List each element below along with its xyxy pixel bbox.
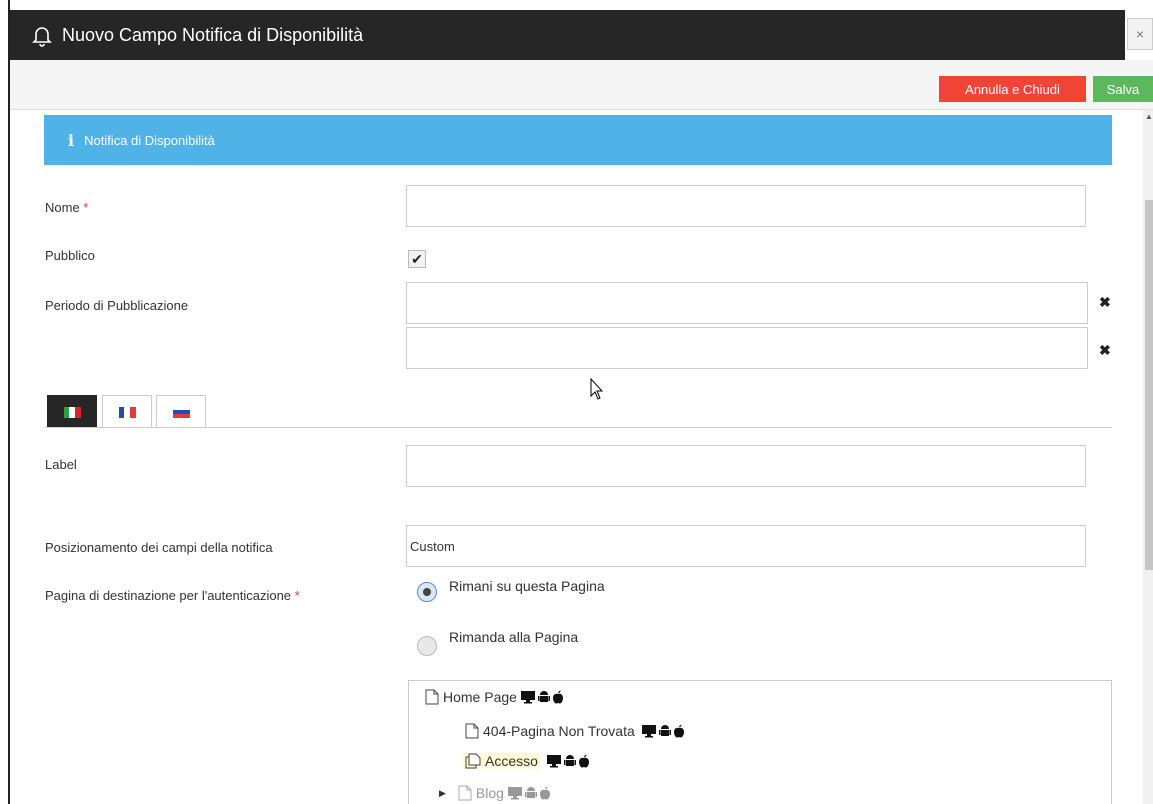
clear-start-date-icon[interactable]: ✖ <box>1099 294 1111 311</box>
dialog-title: Nuovo Campo Notifica di Disponibilità <box>62 24 364 45</box>
android-icon <box>537 691 550 702</box>
nome-label: Nome * <box>45 200 88 215</box>
cancel-and-close-button[interactable]: Annulla e Chiudi <box>939 76 1086 102</box>
scroll-up-arrow-icon[interactable]: ▲ <box>1145 112 1153 121</box>
section-title: Notifica di Disponibilità <box>84 132 215 148</box>
page-icon <box>425 689 439 705</box>
dialog-titlebar: Nuovo Campo Notifica di Disponibilità <box>10 10 1125 60</box>
nome-input[interactable] <box>406 185 1086 227</box>
apple-icon <box>578 754 589 768</box>
android-icon <box>658 725 671 736</box>
destinazione-label-text: Pagina di destinazione per l'autenticazi… <box>45 588 292 603</box>
tree-node-accesso[interactable]: Accesso <box>463 753 590 769</box>
italy-flag-icon <box>63 406 81 418</box>
linked-page-icon <box>465 753 481 769</box>
desktop-icon <box>520 691 535 704</box>
android-icon <box>563 755 576 766</box>
desktop-icon <box>546 755 561 768</box>
tab-language-sk[interactable] <box>156 395 206 428</box>
periodo-start-input[interactable] <box>406 282 1088 324</box>
scrollbar-thumb[interactable] <box>1145 200 1153 570</box>
desktop-icon <box>641 725 656 738</box>
destinazione-label: Pagina di destinazione per l'autenticazi… <box>45 588 300 603</box>
required-marker: * <box>294 588 300 603</box>
apple-icon <box>673 724 684 738</box>
slovakia-flag-icon <box>172 406 190 418</box>
bell-icon <box>32 27 52 47</box>
required-marker: * <box>83 200 89 215</box>
tree-node-label: Home Page <box>443 689 517 705</box>
label-input[interactable] <box>406 445 1086 487</box>
apple-icon <box>539 786 550 800</box>
checkmark-icon: ✔ <box>411 251 423 267</box>
radio-rimani-label[interactable]: Rimani su questa Pagina <box>449 578 605 594</box>
android-icon <box>524 787 537 798</box>
pubblico-label: Pubblico <box>45 248 95 263</box>
tree-node-label: 404-Pagina Non Trovata <box>483 723 635 739</box>
clear-end-date-icon[interactable]: ✖ <box>1099 342 1111 359</box>
page-icon <box>465 723 479 739</box>
info-icon: i <box>68 130 75 150</box>
tab-language-it[interactable] <box>47 395 97 428</box>
nome-label-text: Nome <box>45 200 80 215</box>
apple-icon <box>552 690 563 704</box>
periodo-label: Periodo di Pubblicazione <box>45 298 189 313</box>
expand-caret-icon[interactable]: ▶ <box>439 788 446 799</box>
periodo-end-input[interactable] <box>406 327 1088 369</box>
tree-node-404[interactable]: 404-Pagina Non Trovata <box>465 723 685 739</box>
tabs-divider <box>45 427 1112 428</box>
dialog-content: i Notifica di Disponibilità Nome * Pubbl… <box>10 110 1143 804</box>
save-button[interactable]: Salva <box>1093 76 1153 102</box>
tree-node-home[interactable]: Home Page <box>425 689 564 705</box>
posizionamento-input[interactable] <box>406 525 1086 567</box>
radio-rimanda[interactable] <box>417 636 437 656</box>
radio-rimani[interactable] <box>417 582 437 602</box>
tree-node-blog[interactable]: ▶ Blog <box>439 785 551 801</box>
posizionamento-label: Posizionamento dei campi della notifica <box>45 540 273 555</box>
pubblico-checkbox[interactable]: ✔ <box>408 250 426 268</box>
tab-language-fr[interactable] <box>102 395 152 428</box>
tree-node-label: Blog <box>475 785 504 801</box>
label-field-label: Label <box>45 457 77 472</box>
desktop-icon <box>507 787 522 800</box>
section-header: i Notifica di Disponibilità <box>44 115 1112 165</box>
tree-node-label: Accesso <box>485 753 538 769</box>
close-icon: × <box>1135 26 1145 42</box>
page-tree: Home Page 404-Pagina Non Trovata Accesso <box>408 680 1112 804</box>
mouse-cursor-icon <box>590 378 604 400</box>
page-icon <box>458 785 472 801</box>
radio-rimanda-label[interactable]: Rimanda alla Pagina <box>449 629 578 645</box>
close-button[interactable]: × <box>1127 18 1153 50</box>
france-flag-icon <box>118 406 136 418</box>
